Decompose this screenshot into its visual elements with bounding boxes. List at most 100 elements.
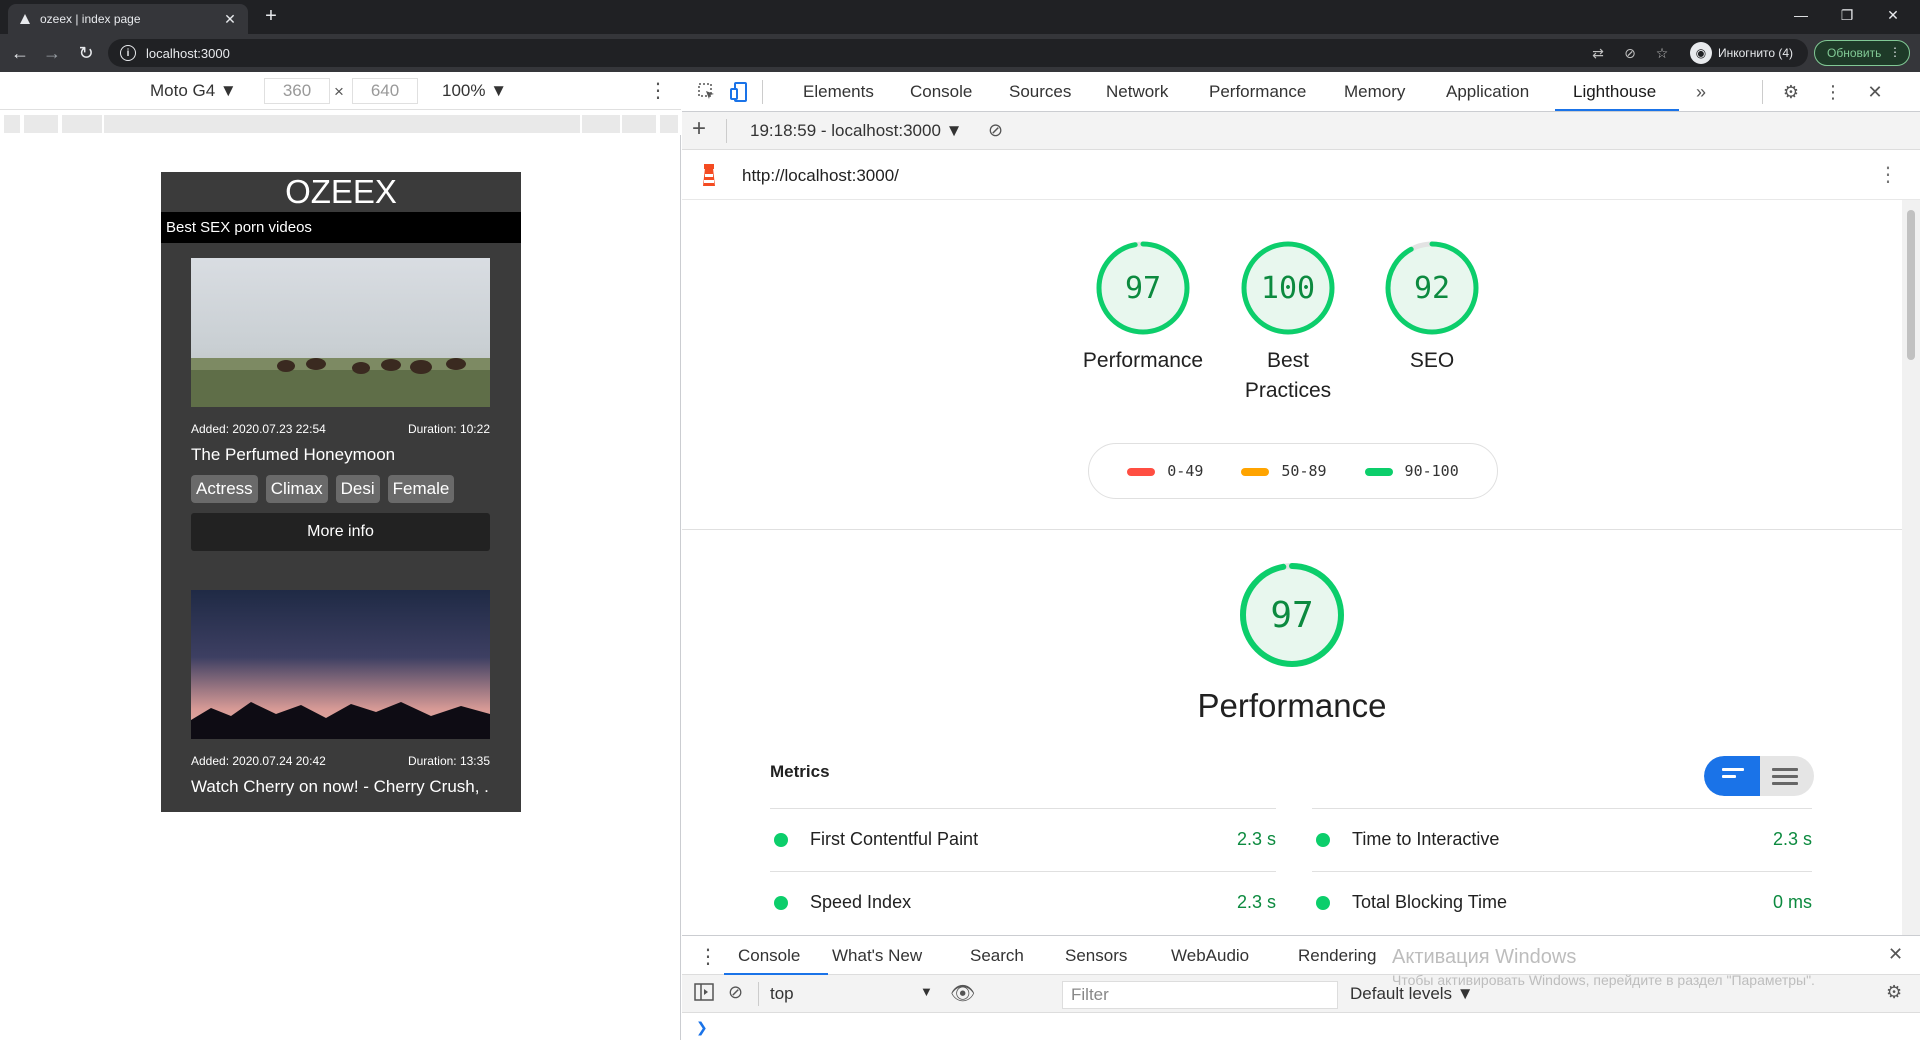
legend-average: 50-89 [1241,462,1327,480]
tab-network[interactable]: Network [1106,82,1168,102]
drawer-tab-sensors[interactable]: Sensors [1065,946,1127,966]
update-button[interactable]: Обновить ⋮ [1814,40,1910,66]
gauge-score: 100 [1260,270,1316,306]
tab-sources[interactable]: Sources [1009,82,1071,102]
restore-icon[interactable]: ❐ [1824,0,1870,30]
forward-icon[interactable]: → [40,41,64,65]
incognito-indicator[interactable]: ◉ Инкогнито (4) [1690,40,1793,66]
tab-performance[interactable]: Performance [1209,82,1306,102]
clear-reports-icon[interactable]: ⊘ [988,120,1003,141]
more-info-button[interactable]: More info [191,513,490,551]
dimension-separator: × [334,82,344,101]
active-tab-indicator [1555,109,1679,111]
video-tag[interactable]: Female [387,475,455,503]
site-logo[interactable]: OZEEX [161,172,521,212]
device-select[interactable]: Moto G4 ▼ [150,81,237,101]
metrics-view-toggle[interactable] [1704,756,1814,796]
settings-gear-icon[interactable]: ⚙ [1778,80,1804,104]
tab-title: ozeex | index page [40,12,141,26]
device-toggle-icon[interactable] [726,80,752,104]
minimize-icon[interactable]: — [1778,0,1824,30]
section-divider [682,529,1902,530]
windows-activation-subtitle: Чтобы активировать Windows, перейдите в … [1392,972,1815,988]
toolbar-divider [762,80,763,104]
compact-view-icon [1722,768,1744,782]
context-dropdown-icon[interactable]: ▼ [920,984,933,999]
console-filter-input[interactable]: Filter [1062,981,1338,1009]
browser-toolbar: ← → ↻ i localhost:3000 ⇄ ⊘ ☆ ◉ Инкогнито… [0,34,1920,72]
video-title[interactable]: Watch Cherry on now! - Cherry Crush, ... [191,777,490,797]
tracking-blocked-icon[interactable]: ⊘ [1620,43,1640,63]
window-close-icon[interactable]: ✕ [1870,0,1916,30]
drawer-tab-rendering[interactable]: Rendering [1298,946,1376,966]
address-bar[interactable]: i localhost:3000 [108,39,1808,67]
video-thumbnail[interactable] [191,258,490,407]
filter-placeholder: Filter [1071,985,1109,1004]
tab-application[interactable]: Application [1446,82,1529,102]
media-query-ruler [0,113,681,135]
score-gauge[interactable]: 97 Performance [1070,240,1216,376]
metric-row: First Contentful Paint 2.3 s [770,808,1276,870]
report-selector[interactable]: 19:18:59 - localhost:3000 ▼ [750,121,962,141]
close-drawer-icon[interactable]: ✕ [1888,944,1903,965]
report-menu-icon[interactable]: ⋮ [1878,162,1898,187]
tab-lighthouse[interactable]: Lighthouse [1573,82,1656,102]
browser-tab[interactable]: ozeex | index page ✕ [8,4,248,34]
metric-row: Total Blocking Time 0 ms [1312,871,1812,933]
drawer-menu-icon[interactable]: ⋮ [698,944,718,969]
video-duration: Duration: 10:22 [407,422,490,436]
metric-name: Time to Interactive [1352,829,1500,849]
tab-memory[interactable]: Memory [1344,82,1405,102]
performance-gauge[interactable]: 97 [1232,560,1352,670]
lighthouse-toolbar: + 19:18:59 - localhost:3000 ▼ ⊘ [682,112,1920,150]
zoom-value: 100% [442,81,486,100]
inspect-element-icon[interactable] [694,80,720,104]
console-prompt[interactable]: ❯ [682,1013,1920,1040]
drawer-tab-search[interactable]: Search [970,946,1024,966]
gauge-label: Performance [1082,349,1204,372]
video-thumbnail[interactable] [191,590,490,739]
width-input[interactable]: 360 [264,78,330,104]
drawer-tab-console[interactable]: Console [738,946,800,966]
video-tag[interactable]: Actress [191,475,258,503]
sidebar-toggle-icon[interactable] [694,983,714,1006]
tab-close-icon[interactable]: ✕ [222,11,238,27]
new-report-icon[interactable]: + [692,115,706,143]
report-scrollbar[interactable] [1902,200,1920,935]
new-tab-icon[interactable]: + [260,5,282,27]
drawer-tab-webaudio[interactable]: WebAudio [1171,946,1249,966]
metric-name: Speed Index [810,892,912,912]
score-gauge[interactable]: 100 Best Practices [1215,240,1361,406]
live-expression-eye-icon[interactable]: 👁 [950,981,975,1006]
drawer-tab-whats-new[interactable]: What's New [832,946,922,966]
tab-console[interactable]: Console [910,82,972,102]
context-select[interactable]: top [770,984,794,1004]
clear-console-icon[interactable]: ⊘ [728,982,743,1003]
legend-pass: 90-100 [1364,462,1459,480]
close-devtools-icon[interactable]: ✕ [1862,80,1888,104]
device-options-icon[interactable]: ⋮ [648,78,668,103]
report-url[interactable]: http://localhost:3000/ [742,166,899,186]
site-info-icon[interactable]: i [120,45,136,61]
back-icon[interactable]: ← [8,41,32,65]
zoom-select[interactable]: 100% ▼ [442,81,507,101]
metric-value: 0 ms [1772,892,1812,912]
emulated-page: OZEEX Best SEX porn videos Added: 2020.0… [161,172,521,812]
scrollbar-thumb[interactable] [1907,210,1915,360]
height-input[interactable]: 640 [352,78,418,104]
context-value: top [770,984,794,1003]
translate-icon[interactable]: ⇄ [1588,43,1608,63]
tab-elements[interactable]: Elements [803,82,874,102]
score-gauge[interactable]: 92 SEO [1359,240,1505,376]
toolbar-divider [726,119,727,143]
console-settings-icon[interactable]: ⚙ [1886,982,1902,1003]
devtools-menu-icon[interactable]: ⋮ [1820,80,1846,104]
reload-icon[interactable]: ↻ [74,41,98,65]
video-title[interactable]: The Perfumed Honeymoon [191,445,490,465]
bookmark-star-icon[interactable]: ☆ [1652,43,1672,63]
more-tabs-icon[interactable]: » [1688,80,1714,104]
video-tag[interactable]: Climax [265,475,328,503]
devtools-tabbar: Elements Console Sources Network Perform… [682,72,1920,112]
device-name: Moto G4 [150,81,216,100]
video-tag[interactable]: Desi [335,475,380,503]
